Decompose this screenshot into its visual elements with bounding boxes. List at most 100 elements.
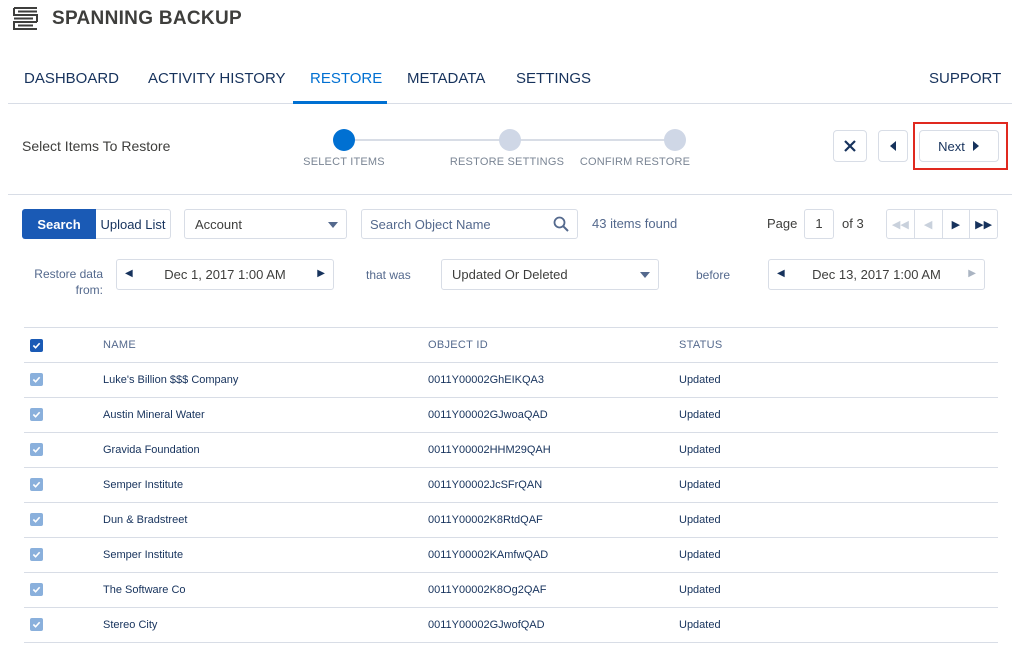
tab-metadata[interactable]: METADATA <box>407 70 485 87</box>
search-placeholder: Search Object Name <box>370 216 491 232</box>
table-row[interactable]: Semper Institute 0011Y00002KAmfwQAD Update… <box>24 538 998 573</box>
row-status: Updated <box>679 549 721 561</box>
close-icon <box>844 140 856 152</box>
row-checkbox[interactable] <box>30 443 43 456</box>
chevron-down-icon <box>640 272 650 278</box>
stepper-line <box>520 139 665 141</box>
row-name: Stereo City <box>103 619 158 631</box>
app-title: SPANNING BACKUP <box>52 8 242 29</box>
before-date-prev-icon[interactable]: ◀ <box>777 268 785 279</box>
main-nav: DASHBOARD ACTIVITY HISTORY RESTORE METAD… <box>8 58 1012 104</box>
from-date-picker[interactable]: ◀ Dec 1, 2017 1:00 AM ▶ <box>116 259 334 290</box>
page-total: of 3 <box>842 216 864 231</box>
step-label-select-items: SELECT ITEMS <box>303 156 385 168</box>
wizard-stepper: SELECT ITEMS RESTORE SETTINGS CONFIRM RE… <box>303 128 700 174</box>
table-row[interactable]: Dun & Bradstreet 0011Y00002K8RtdQAF Update… <box>24 503 998 538</box>
next-page-icon: ▶ <box>951 218 961 231</box>
from-date-value: Dec 1, 2017 1:00 AM <box>164 267 286 282</box>
row-status: Updated <box>679 444 721 456</box>
change-type-select[interactable]: Updated Or Deleted <box>441 259 659 290</box>
tab-support[interactable]: SUPPORT <box>929 70 1001 87</box>
restore-items-table: NAME OBJECT ID STATUS Luke's Billion $$$… <box>24 327 998 643</box>
previous-button[interactable] <box>878 130 908 162</box>
table-row[interactable]: Luke's Billion $$$ Company 0011Y00002GhEI… <box>24 363 998 398</box>
checkmark-icon <box>32 446 41 453</box>
object-name-search-input[interactable]: Search Object Name <box>361 209 578 239</box>
checkmark-icon <box>32 516 41 523</box>
row-object-id: 0011Y00002K8Og2QAF <box>428 584 547 596</box>
first-page-icon: ◀◀ <box>891 218 909 231</box>
row-name: Gravida Foundation <box>103 444 200 456</box>
before-date-next-icon[interactable]: ▶ <box>968 268 976 279</box>
step-dot-confirm-restore <box>664 129 686 151</box>
upload-list-button[interactable]: Upload List <box>96 209 171 239</box>
page-label: Page <box>767 216 798 231</box>
row-status: Updated <box>679 479 721 491</box>
previous-page-button[interactable]: ◀ <box>915 210 943 238</box>
row-object-id: 0011Y00002GJwofQAD <box>428 619 545 631</box>
tab-settings[interactable]: SETTINGS <box>516 70 591 87</box>
table-row[interactable]: Austin Mineral Water 0011Y00002GJwoaQAD Up… <box>24 398 998 433</box>
row-checkbox[interactable] <box>30 408 43 421</box>
row-checkbox[interactable] <box>30 478 43 491</box>
checkmark-icon <box>32 551 41 558</box>
last-page-button[interactable]: ▶▶ <box>970 210 997 238</box>
row-object-id: 0011Y00002JcSFrQAN <box>428 479 543 491</box>
step-label-confirm-restore: CONFIRM RESTORE <box>579 156 691 168</box>
search-mode-button[interactable]: Search <box>22 209 96 239</box>
row-object-id: 0011Y00002GhEIKQA3 <box>428 374 544 386</box>
chevron-down-icon <box>328 222 338 228</box>
row-checkbox[interactable] <box>30 618 43 631</box>
table-row[interactable]: Gravida Foundation 0011Y00002HHM29QAH Upda… <box>24 433 998 468</box>
row-name: Semper Institute <box>103 479 184 491</box>
table-row[interactable]: Stereo City 0011Y00002GJwofQAD Updated <box>24 608 998 643</box>
table-header: NAME OBJECT ID STATUS <box>24 327 998 363</box>
select-all-checkbox[interactable] <box>30 339 43 352</box>
column-header-status[interactable]: STATUS <box>679 328 723 362</box>
column-header-name[interactable]: NAME <box>103 328 136 362</box>
row-checkbox[interactable] <box>30 373 43 386</box>
table-row[interactable]: Semper Institute 0011Y00002JcSFrQAN Update… <box>24 468 998 503</box>
checkmark-icon <box>32 376 41 383</box>
row-checkbox[interactable] <box>30 513 43 526</box>
search-icon[interactable] <box>553 216 569 232</box>
row-name: Austin Mineral Water <box>103 409 205 421</box>
from-date-prev-icon[interactable]: ◀ <box>125 268 133 279</box>
checkmark-icon <box>32 481 41 488</box>
divider <box>8 194 1012 195</box>
checkmark-icon <box>32 621 41 628</box>
app-header: SPANNING BACKUP <box>0 0 1019 40</box>
items-found-count: 43 items found <box>592 216 678 231</box>
step-dot-select-items <box>333 129 355 151</box>
before-date-value: Dec 13, 2017 1:00 AM <box>812 267 941 282</box>
column-header-object-id[interactable]: OBJECT ID <box>428 328 488 362</box>
row-checkbox[interactable] <box>30 548 43 561</box>
wizard-heading: Select Items To Restore <box>22 138 171 154</box>
cancel-button[interactable] <box>833 130 867 162</box>
row-checkbox[interactable] <box>30 583 43 596</box>
pagination-controls: ◀◀ ◀ ▶ ▶▶ <box>886 209 998 239</box>
row-name: Dun & Bradstreet <box>103 514 188 526</box>
before-label: before <box>696 268 731 282</box>
step-label-restore-settings: RESTORE SETTINGS <box>449 156 565 168</box>
tab-dashboard[interactable]: DASHBOARD <box>24 70 119 87</box>
spanning-logo-icon <box>13 7 38 30</box>
object-type-value: Account <box>195 216 242 232</box>
table-row[interactable]: The Software Co 0011Y00002K8Og2QAF Updated <box>24 573 998 608</box>
row-object-id: 0011Y00002HHM29QAH <box>428 444 551 456</box>
from-date-next-icon[interactable]: ▶ <box>317 268 325 279</box>
first-page-button[interactable]: ◀◀ <box>887 210 915 238</box>
tab-activity-history[interactable]: ACTIVITY HISTORY <box>148 70 286 87</box>
tab-restore[interactable]: RESTORE <box>310 70 382 87</box>
last-page-icon: ▶▶ <box>975 218 993 231</box>
change-type-value: Updated Or Deleted <box>452 267 568 282</box>
next-page-button[interactable]: ▶ <box>943 210 971 238</box>
row-status: Updated <box>679 409 721 421</box>
checkmark-icon <box>32 586 41 593</box>
step-dot-restore-settings <box>499 129 521 151</box>
row-status: Updated <box>679 514 721 526</box>
before-date-picker[interactable]: ◀ Dec 13, 2017 1:00 AM ▶ <box>768 259 985 290</box>
object-type-select[interactable]: Account <box>184 209 347 239</box>
row-name: Semper Institute <box>103 549 184 561</box>
page-number-input[interactable]: 1 <box>804 209 834 239</box>
